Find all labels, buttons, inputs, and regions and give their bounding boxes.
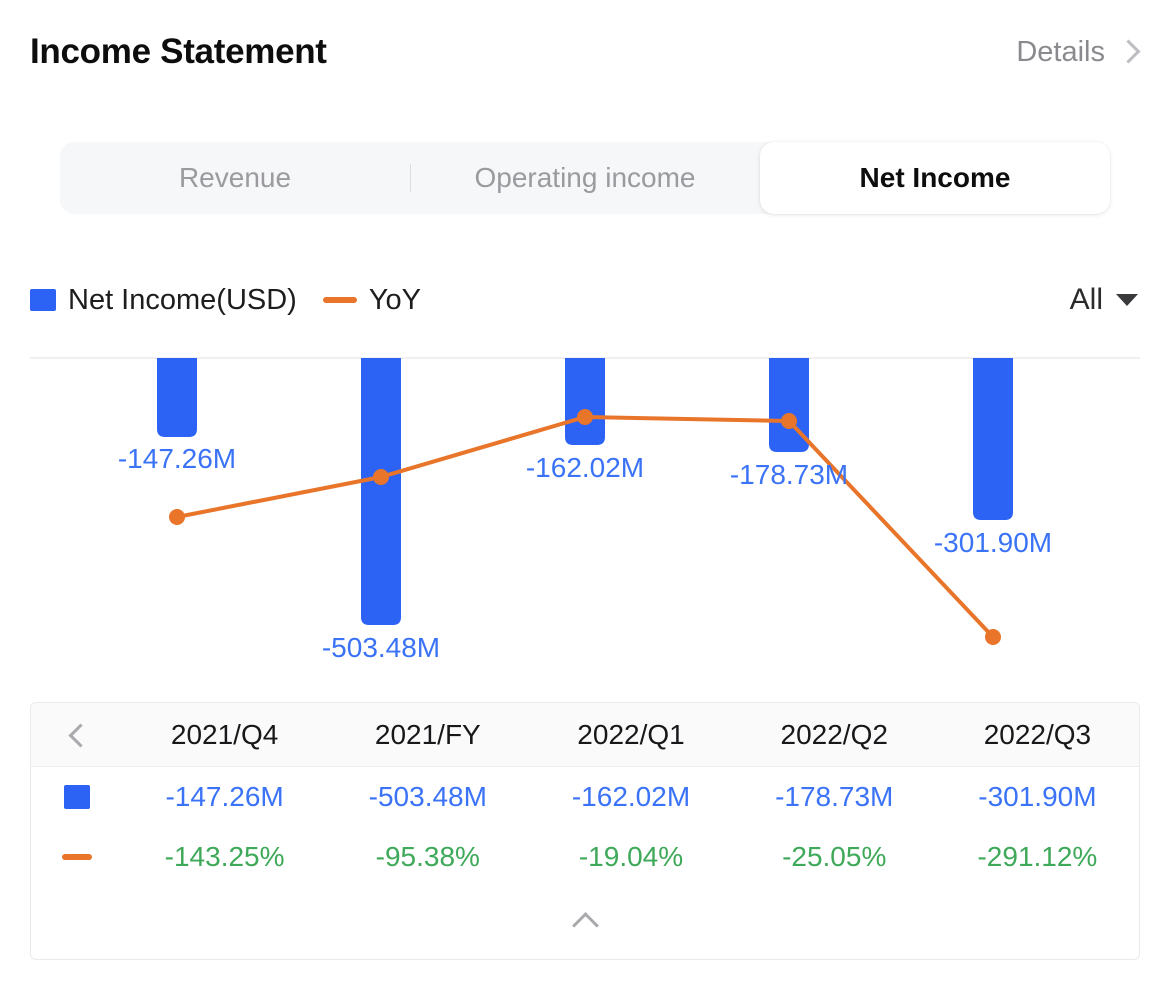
statement-tabs: Revenue Operating income Net Income xyxy=(60,142,1110,214)
bar-value-label: -147.26M xyxy=(118,443,236,474)
net-income-chart: -147.26M -503.48M -162.02M -178.73M -301.90M xyxy=(0,352,1170,682)
chart-canvas: -147.26M -503.48M -162.02M -178.73M -301.90M xyxy=(30,357,1140,663)
tab-net-income[interactable]: Net Income xyxy=(760,142,1110,214)
bar-series xyxy=(157,358,1013,625)
table-header-row: 2021/Q4 2021/FY 2022/Q1 2022/Q2 2022/Q3 xyxy=(31,703,1139,767)
chevron-left-icon xyxy=(68,720,86,750)
caret-down-icon xyxy=(1116,294,1138,306)
range-selector-value: All xyxy=(1069,283,1103,316)
table-cell-yoy: -25.05% xyxy=(782,841,887,872)
legend-item-yoy[interactable]: YoY xyxy=(322,283,421,317)
table-cell-net-income: -162.02M xyxy=(571,781,691,812)
widget-header: Income Statement Details xyxy=(0,0,1170,104)
table-row-net-income: -147.26M -503.48M -162.02M -178.73M -301… xyxy=(31,767,1139,827)
legend-item-net-income[interactable]: Net Income(USD) xyxy=(30,284,297,317)
range-selector[interactable]: All xyxy=(1070,283,1140,317)
chart-bar[interactable] xyxy=(973,358,1013,520)
chart-bar[interactable] xyxy=(565,358,605,445)
yoy-point-marker[interactable] xyxy=(781,413,797,429)
table-cell-yoy: -95.38% xyxy=(375,841,480,872)
bar-value-label: -503.48M xyxy=(322,632,440,663)
yoy-point-marker[interactable] xyxy=(577,409,593,425)
details-label: Details xyxy=(1016,35,1105,68)
bar-swatch-icon xyxy=(30,289,56,311)
tab-revenue[interactable]: Revenue xyxy=(60,142,410,214)
table-header-cell[interactable]: 2022/Q2 xyxy=(733,719,936,751)
table-cell-net-income: -503.48M xyxy=(368,781,487,812)
chart-bar[interactable] xyxy=(157,358,197,437)
yoy-line-series xyxy=(175,415,995,639)
details-link[interactable]: Details xyxy=(1016,36,1136,69)
prev-period-button[interactable] xyxy=(31,720,123,750)
legend-label-yoy: YoY xyxy=(368,283,421,316)
yoy-point-marker[interactable] xyxy=(169,509,185,525)
tab-operating-income[interactable]: Operating income xyxy=(410,142,760,214)
yoy-point-marker[interactable] xyxy=(985,629,1001,645)
table-header-cell[interactable]: 2021/Q4 xyxy=(123,719,326,751)
chevron-up-icon xyxy=(572,911,598,927)
chart-legend-row: Net Income(USD) YoY All xyxy=(30,275,1140,325)
periods-table: 2021/Q4 2021/FY 2022/Q1 2022/Q2 2022/Q3 … xyxy=(30,702,1140,960)
page-title: Income Statement xyxy=(30,32,327,71)
chart-bar[interactable] xyxy=(361,358,401,625)
table-header-cell[interactable]: 2022/Q3 xyxy=(936,719,1139,751)
collapse-table-button[interactable] xyxy=(31,887,1139,951)
income-statement-widget: Income Statement Details Revenue Operati… xyxy=(0,0,1170,1007)
bar-value-label: -162.02M xyxy=(526,452,644,483)
chevron-right-icon xyxy=(1119,37,1136,67)
bar-swatch-icon xyxy=(64,785,90,809)
row-marker-cell xyxy=(31,854,123,860)
table-cell-yoy: -19.04% xyxy=(578,841,684,872)
table-cell-net-income: -178.73M xyxy=(775,781,894,812)
bar-value-label: -178.73M xyxy=(730,459,848,490)
line-swatch-icon xyxy=(62,854,92,860)
table-cell-net-income: -147.26M xyxy=(165,781,284,812)
legend-label-net-income: Net Income(USD) xyxy=(68,283,297,316)
table-cell-yoy: -291.12% xyxy=(977,841,1098,872)
table-cell-yoy: -143.25% xyxy=(164,841,285,872)
line-swatch-icon xyxy=(322,297,357,303)
yoy-point-marker[interactable] xyxy=(373,469,389,485)
bar-value-label: -301.90M xyxy=(934,527,1052,558)
table-cell-net-income: -301.90M xyxy=(978,781,1097,812)
table-row-yoy: -143.25% -95.38% -19.04% -25.05% -291.12… xyxy=(31,827,1139,887)
table-header-cell[interactable]: 2022/Q1 xyxy=(529,719,732,751)
row-marker-cell xyxy=(31,785,123,809)
table-header-cell[interactable]: 2021/FY xyxy=(326,719,529,751)
